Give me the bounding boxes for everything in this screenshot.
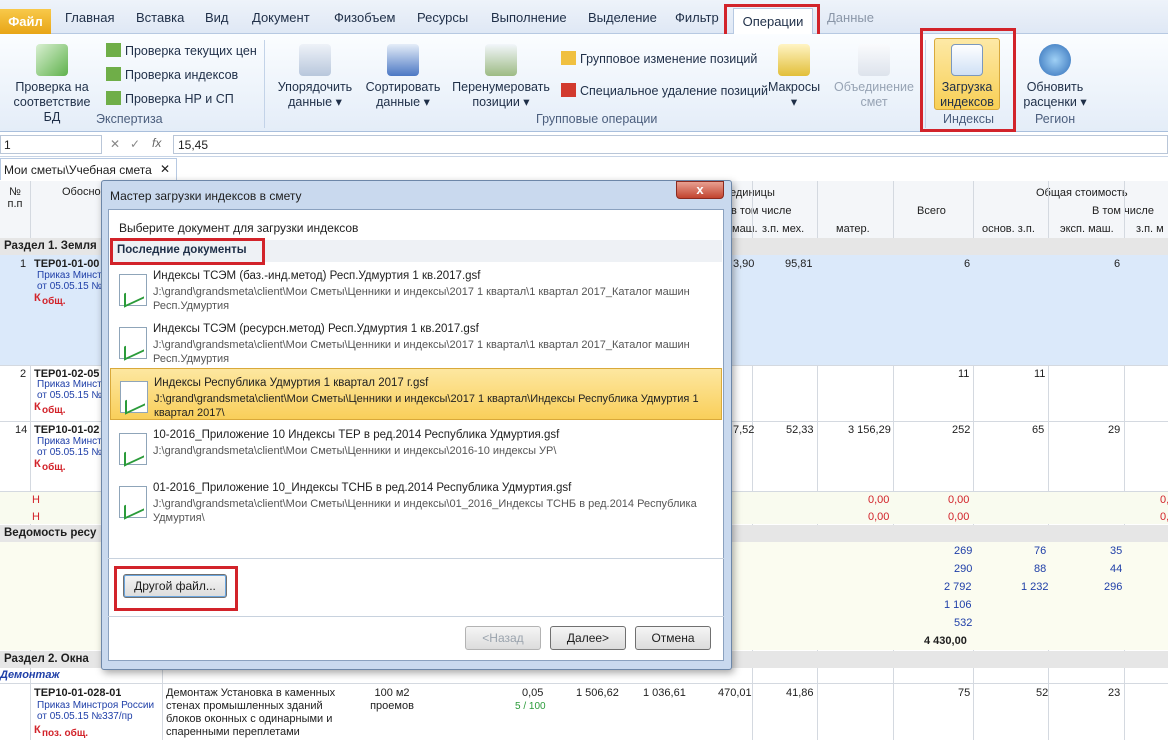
special-delete-button[interactable]: Специальное удаление позиций <box>561 83 768 98</box>
check-green-icon <box>106 43 121 57</box>
delete-x-icon <box>561 83 576 97</box>
tab-view[interactable]: Вид <box>205 10 229 25</box>
back-button[interactable]: <Назад <box>465 626 541 650</box>
recent-doc-item[interactable]: 01-2016_Приложение 10_Индексы ТСНБ в ред… <box>110 474 722 526</box>
order-data-button[interactable]: Упорядочить данные ▾ <box>272 44 358 110</box>
tab-filter[interactable]: Фильтр <box>675 10 719 25</box>
tab-insert[interactable]: Вставка <box>136 10 184 25</box>
formula-bar: 1 ✕ ✓ fx 15,45 <box>0 133 1168 157</box>
col-all-header: Всего <box>917 205 946 217</box>
pencil-icon <box>561 51 576 65</box>
check-indexes-button[interactable]: Проверка индексов <box>106 67 238 82</box>
tab-home[interactable]: Главная <box>65 10 114 25</box>
percent-check-icon <box>106 91 121 105</box>
fx-icon[interactable]: fx <box>152 136 161 150</box>
tab-document[interactable]: Документ <box>252 10 310 25</box>
close-tab-icon[interactable]: ✕ <box>160 162 170 176</box>
check-db-label: Проверка на соответствие БД <box>13 80 91 124</box>
col-zp-header: з.п. м <box>1136 223 1164 235</box>
col-osnzp-header: основ. з.п. <box>982 223 1035 235</box>
recent-doc-item-selected[interactable]: Индексы Республика Удмуртия 1 квартал 20… <box>110 368 722 420</box>
tab-file[interactable]: Файл <box>0 9 51 34</box>
index-file-icon <box>119 274 147 306</box>
group-expert-label: Экспертиза <box>96 112 163 126</box>
subsection-demont[interactable]: Демонтаж <box>0 669 60 681</box>
sort-az-icon <box>387 44 419 76</box>
tab-resources[interactable]: Ресурсы <box>417 10 468 25</box>
col-basis-header: Обосно <box>62 186 101 198</box>
merge-estimates-button[interactable]: Объединение смет <box>832 44 916 110</box>
col-mater-header: матер. <box>836 223 870 235</box>
row-code: ТЕР10-01-02 <box>34 424 100 436</box>
col-incl2-header: В том числе <box>1092 205 1154 217</box>
sort-data-button[interactable]: Сортировать данные ▾ <box>362 44 444 110</box>
globe-icon <box>1039 44 1071 76</box>
check-db-button[interactable]: Проверка на соответствие БД <box>8 44 96 125</box>
highlight-recent-docs <box>110 238 265 265</box>
renumber-button[interactable]: Перенумеровать позиции ▾ <box>449 44 553 110</box>
cell-ref-box[interactable]: 1 <box>0 135 102 154</box>
highlight-other-file <box>114 566 238 611</box>
group-ops-label: Групповые операции <box>536 112 658 126</box>
cancel-button[interactable]: Отмена <box>635 626 711 650</box>
recent-doc-item[interactable]: Индексы ТСЭМ (ресурсн.метод) Респ.Удмурт… <box>110 315 722 367</box>
formula-input[interactable]: 15,45 <box>173 135 1168 154</box>
col-mash-header: маш. <box>732 223 758 235</box>
update-prices-button[interactable]: Обновить расценки ▾ <box>1018 44 1092 110</box>
renumber-icon <box>485 44 517 76</box>
index-file-icon <box>119 486 147 518</box>
recent-doc-item[interactable]: 10-2016_Приложение 10 Индексы ТЕР в ред.… <box>110 421 722 473</box>
scroll-icon <box>778 44 810 76</box>
checklist-icon <box>36 44 68 76</box>
next-button[interactable]: Далее> <box>550 626 626 650</box>
dialog-close-button[interactable]: x <box>676 181 724 199</box>
col-num-header: № п.п <box>7 186 23 210</box>
check-nr-button[interactable]: Проверка НР и СП <box>106 91 234 106</box>
ribbon-separator <box>264 40 265 128</box>
highlight-load-indexes <box>920 28 1016 132</box>
col-incl-header: в том числе <box>731 205 792 217</box>
index-file-icon <box>120 381 148 413</box>
col-eksp-header: эксп. маш. <box>1060 223 1114 235</box>
document-tab-label: Мои сметы\Учебная смета <box>4 163 152 177</box>
check-green-icon <box>106 67 121 81</box>
dialog-divider <box>108 616 724 617</box>
merge-docs-icon <box>858 44 890 76</box>
group-region-label: Регион <box>1035 112 1076 126</box>
col-total-cost-header: Общая стоимость <box>1036 187 1128 199</box>
tab-physvolume[interactable]: Физобъем <box>334 10 396 25</box>
tab-selection[interactable]: Выделение <box>588 10 657 25</box>
index-file-icon <box>119 433 147 465</box>
recent-doc-item[interactable]: Индексы ТСЭМ (баз.-инд.метод) Респ.Удмур… <box>110 262 722 314</box>
check-prices-button[interactable]: Проверка текущих цен <box>106 43 257 58</box>
col-zpmeh-header: з.п. мех. <box>762 223 805 235</box>
index-file-icon <box>119 327 147 359</box>
row-code: ТЕР01-01-00 <box>34 258 100 270</box>
tab-data[interactable]: Данные <box>827 10 874 25</box>
order-az-icon <box>299 44 331 76</box>
confirm-icon[interactable]: ✓ <box>130 137 140 151</box>
dialog-title: Мастер загрузки индексов в смету <box>110 189 302 203</box>
document-tab[interactable]: Мои сметы\Учебная смета ✕ <box>0 158 177 180</box>
cancel-icon[interactable]: ✕ <box>110 137 120 151</box>
group-change-button[interactable]: Групповое изменение позиций <box>561 51 757 66</box>
macros-button[interactable]: Макросы ▾ <box>763 44 825 110</box>
dialog-prompt: Выберите документ для загрузки индексов <box>119 221 359 235</box>
tab-execution[interactable]: Выполнение <box>491 10 567 25</box>
dialog-divider <box>108 558 724 559</box>
row-code: ТЕР10-01-028-01 <box>34 687 122 699</box>
